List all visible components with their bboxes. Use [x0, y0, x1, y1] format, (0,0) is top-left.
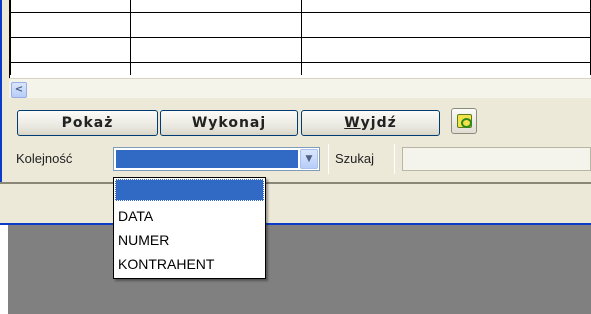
order-select[interactable]: ▼: [113, 147, 320, 171]
divider: [328, 144, 329, 174]
horizontal-scrollbar[interactable]: <: [9, 78, 591, 98]
order-label: Kolejność: [16, 151, 73, 166]
grid-cell[interactable]: [301, 36, 591, 63]
order-dropdown-list[interactable]: DATA NUMER KONTRAHENT: [113, 177, 266, 279]
grid-cell[interactable]: [10, 61, 131, 75]
table-row[interactable]: [10, 11, 591, 38]
dropdown-option-empty[interactable]: [115, 179, 264, 201]
grid-table: [10, 0, 591, 75]
dropdown-option-data[interactable]: DATA: [115, 205, 264, 227]
margin: [0, 225, 8, 314]
search-input[interactable]: [402, 147, 591, 171]
grid-cell[interactable]: [301, 61, 591, 75]
dropdown-option-numer[interactable]: NUMER: [115, 229, 264, 251]
chevron-down-icon[interactable]: ▼: [300, 149, 318, 169]
table-row[interactable]: [10, 36, 591, 63]
table-row[interactable]: [10, 61, 591, 75]
grid-cell[interactable]: [10, 11, 131, 38]
app-window: < Pokaż Wykonaj Wyjdź Kolejność ▼ Szukaj…: [0, 0, 591, 314]
order-select-value: [116, 150, 298, 168]
grid-cell[interactable]: [130, 11, 302, 38]
divider: [394, 144, 395, 174]
grid-cell[interactable]: [130, 36, 302, 63]
grid-cell[interactable]: [10, 0, 131, 13]
grid-cell[interactable]: [301, 0, 591, 13]
arrow-left-icon[interactable]: <: [11, 82, 27, 98]
grid-cell[interactable]: [130, 61, 302, 75]
exit-button-mnemonic: W: [344, 115, 361, 131]
execute-button[interactable]: Wykonaj: [160, 110, 298, 136]
table-row[interactable]: [10, 0, 591, 13]
show-button[interactable]: Pokaż: [17, 110, 158, 136]
exit-button[interactable]: Wyjdź: [301, 110, 440, 136]
exit-button-label: yjdź: [360, 115, 397, 131]
grid-cell[interactable]: [10, 36, 131, 63]
grid-cell[interactable]: [301, 11, 591, 38]
status-strip: [0, 182, 591, 224]
refresh-button[interactable]: [451, 108, 477, 134]
data-grid[interactable]: [9, 0, 591, 78]
search-label: Szukaj: [335, 151, 375, 166]
dropdown-option-kontrahent[interactable]: KONTRAHENT: [115, 253, 264, 275]
grid-cell[interactable]: [130, 0, 302, 13]
workspace-background: [8, 225, 591, 314]
refresh-icon: [457, 114, 472, 128]
